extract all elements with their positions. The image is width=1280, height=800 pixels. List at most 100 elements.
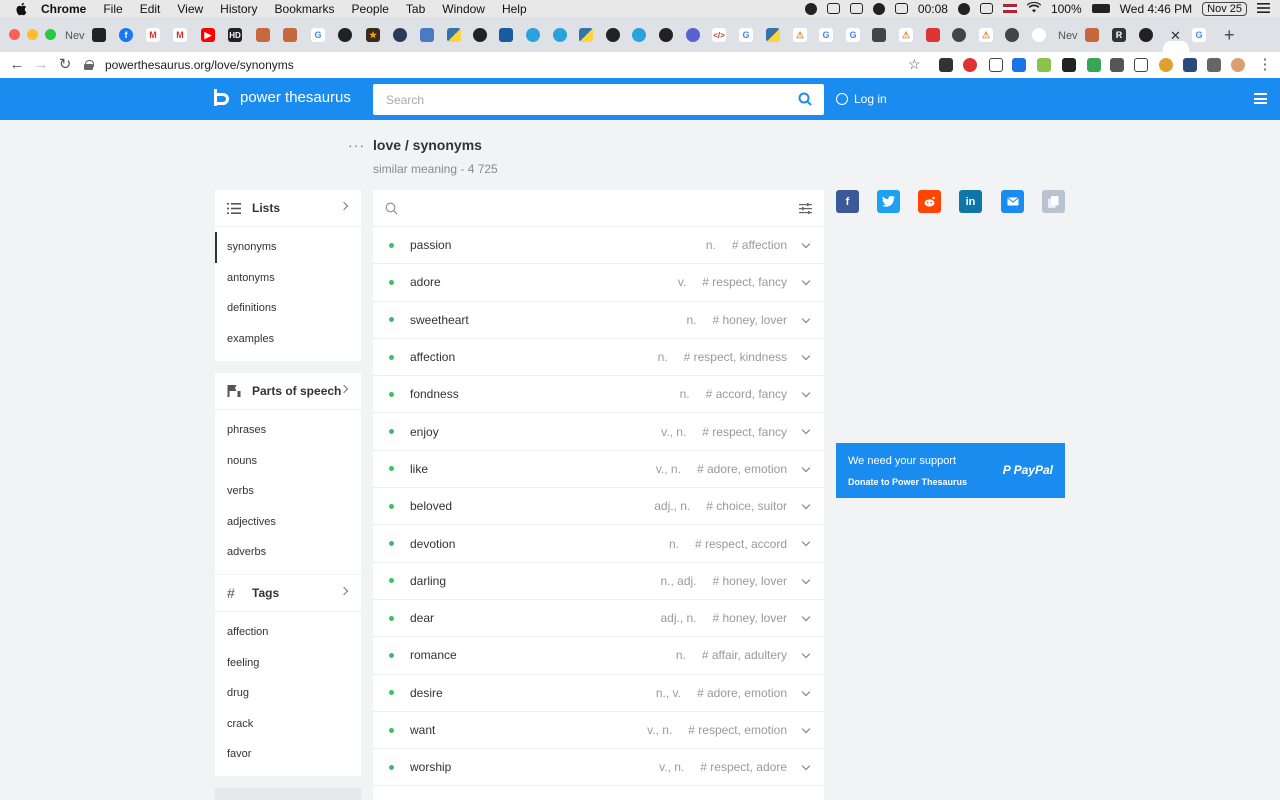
synonym-word[interactable]: darling (410, 574, 446, 588)
extension-icon[interactable] (1183, 58, 1197, 72)
chevron-down-icon[interactable] (801, 426, 811, 435)
python-tab-icon[interactable] (766, 28, 780, 42)
menu-people[interactable]: People (352, 2, 389, 16)
synonym-word[interactable]: fondness (410, 387, 459, 401)
extension-icon[interactable] (1110, 58, 1124, 72)
table-row[interactable]: devotion n. # respect, accord (373, 525, 824, 563)
lists-header[interactable]: Lists (215, 190, 361, 227)
tab-favicon[interactable]: R (1112, 28, 1126, 42)
chevron-down-icon[interactable] (801, 650, 811, 659)
results-filter-bar[interactable] (373, 190, 824, 227)
table-row[interactable]: desire n., v. # adore, emotion (373, 675, 824, 712)
site-logo[interactable]: power thesaurus (214, 89, 351, 106)
synonym-word[interactable]: adore (410, 275, 441, 289)
python-tab-icon[interactable] (579, 28, 593, 42)
synonym-word[interactable]: like (410, 462, 428, 476)
google-tab-icon[interactable]: G (819, 28, 833, 42)
tags-header[interactable]: # Tags (215, 575, 361, 612)
close-window-button[interactable] (9, 29, 20, 40)
synonym-tags[interactable]: # respect, fancy (702, 425, 787, 439)
menu-history[interactable]: History (220, 2, 257, 16)
synonym-word[interactable]: desire (410, 686, 443, 700)
extensions-puzzle-icon[interactable] (1207, 58, 1221, 72)
linkedin-icon[interactable]: in (959, 190, 982, 213)
table-row[interactable]: want v., n. # respect, emotion (373, 712, 824, 750)
close-tab-icon[interactable]: ✕ (1170, 28, 1181, 44)
tab-favicon[interactable] (926, 28, 940, 42)
reddit-icon[interactable] (918, 190, 941, 213)
sidebar-tag-favor[interactable]: favor (215, 739, 361, 770)
extension-icon[interactable] (1134, 58, 1148, 72)
menu-tab[interactable]: Tab (406, 2, 425, 16)
google-tab-icon[interactable]: G (846, 28, 860, 42)
tab-favicon[interactable] (1005, 28, 1019, 42)
extension-icon[interactable] (963, 58, 977, 72)
synonym-tags[interactable]: # adore, emotion (697, 462, 787, 476)
synonym-tags[interactable]: # accord, fancy (706, 387, 787, 401)
new-tab-button[interactable]: + (1224, 25, 1235, 46)
chevron-down-icon[interactable] (801, 687, 811, 696)
menu-help[interactable]: Help (502, 2, 527, 16)
extension-icon[interactable] (939, 58, 953, 72)
chevron-down-icon[interactable] (801, 388, 811, 398)
email-icon[interactable] (1001, 190, 1024, 213)
bookmark-star-icon[interactable]: ☆ (908, 56, 921, 73)
chevron-down-icon[interactable] (801, 724, 811, 734)
clock[interactable]: Wed 4:46 PM (1120, 2, 1192, 16)
status-icon[interactable] (979, 3, 993, 14)
search-icon[interactable] (385, 202, 398, 215)
search-icon[interactable] (798, 92, 812, 106)
chevron-down-icon[interactable] (801, 463, 811, 473)
hamburger-menu-icon[interactable] (1254, 93, 1267, 104)
table-row[interactable]: worship v., n. # respect, adore (373, 749, 824, 787)
status-icon[interactable] (872, 2, 885, 15)
status-icon[interactable] (826, 3, 840, 14)
donate-link[interactable]: Donate to Power Thesaurus (848, 477, 967, 487)
tab-favicon[interactable] (499, 28, 513, 42)
synonym-word[interactable]: enjoy (410, 425, 439, 439)
chevron-down-icon[interactable] (801, 314, 811, 323)
sidebar-item-definitions[interactable]: definitions (215, 293, 361, 324)
status-icon[interactable] (849, 3, 863, 14)
address-bar[interactable]: powerthesaurus.org/love/synonyms (84, 52, 934, 78)
sidebar-tag-drug[interactable]: drug (215, 678, 361, 709)
extension-icon[interactable] (1062, 58, 1076, 72)
table-row[interactable]: dear adj., n. # honey, lover (373, 600, 824, 638)
google-tab-icon[interactable]: G (739, 28, 753, 42)
telegram-tab-icon[interactable] (553, 28, 567, 42)
github-tab-icon[interactable] (606, 28, 620, 42)
table-row[interactable]: passion n. # affection (373, 227, 824, 265)
tab-favicon[interactable] (952, 28, 966, 42)
sidebar-item-examples[interactable]: examples (215, 324, 361, 355)
address-bar-url[interactable]: powerthesaurus.org/love/synonyms (105, 58, 294, 72)
chevron-down-icon[interactable] (801, 538, 811, 547)
table-row[interactable]: enjoy v., n. # respect, fancy (373, 413, 824, 451)
github-tab-icon[interactable] (659, 28, 673, 42)
tab-favicon[interactable] (283, 28, 297, 42)
browser-menu-icon[interactable]: ⋮ (1256, 56, 1274, 74)
menu-edit[interactable]: Edit (140, 2, 161, 16)
extension-icon[interactable] (1087, 58, 1101, 72)
facebook-tab-icon[interactable]: f (119, 28, 133, 42)
synonym-word[interactable]: beloved (410, 499, 452, 513)
tab-favicon[interactable] (1085, 28, 1099, 42)
twitter-icon[interactable] (877, 190, 900, 213)
sidebar-tag-crack[interactable]: crack (215, 709, 361, 740)
chevron-down-icon[interactable] (801, 351, 811, 361)
tab-favicon[interactable] (686, 28, 700, 42)
github-tab-icon[interactable] (473, 28, 487, 42)
profile-avatar[interactable] (1231, 58, 1245, 72)
chevron-down-icon[interactable] (801, 612, 811, 622)
synonym-word[interactable]: want (410, 723, 435, 737)
github-tab-icon[interactable] (1139, 28, 1153, 42)
tab-favicon[interactable] (92, 28, 106, 42)
tab-favicon[interactable]: ★ (366, 28, 380, 42)
extension-icon[interactable] (1012, 58, 1026, 72)
table-row[interactable]: fondness n. # accord, fancy (373, 376, 824, 414)
table-row[interactable]: sweetheart n. # honey, lover (373, 302, 824, 339)
google-tab-icon[interactable]: G (311, 28, 325, 42)
chevron-down-icon[interactable] (801, 761, 811, 771)
extension-icon[interactable] (1159, 58, 1173, 72)
sidebar-tag-feeling[interactable]: feeling (215, 648, 361, 679)
filter-settings-icon[interactable] (799, 203, 812, 214)
